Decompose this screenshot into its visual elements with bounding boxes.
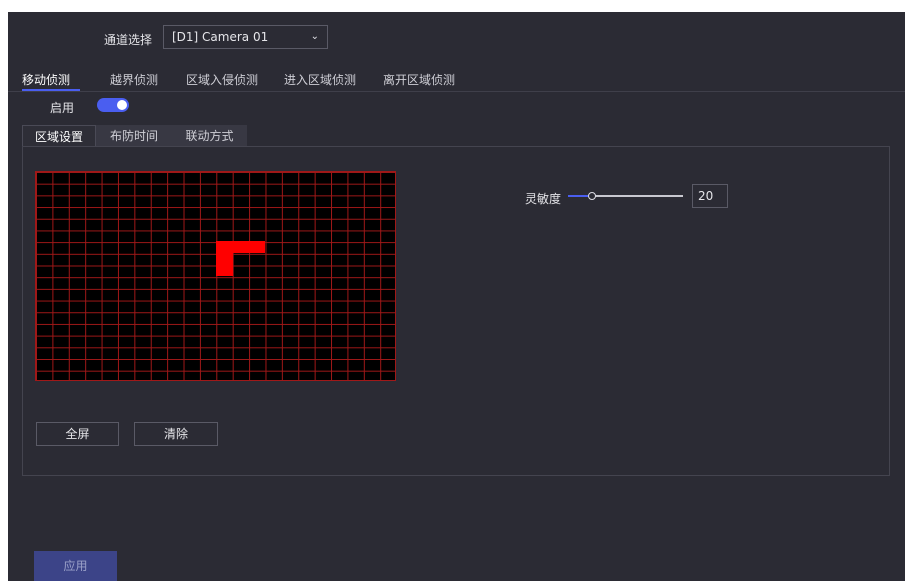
apply-button[interactable]: 应用 [34,551,117,581]
sensitivity-slider[interactable] [568,195,683,197]
channel-select-label: 通道选择 [104,33,153,47]
tab-intrusion[interactable]: 区域入侵侦测 [186,71,258,88]
fullscreen-button[interactable]: 全屏 [36,422,119,446]
subtab-area-settings[interactable]: 区域设置 [22,125,96,147]
sensitivity-label: 灵敏度 [525,192,562,206]
tab-region-entrance[interactable]: 进入区域侦测 [284,71,356,88]
channel-select[interactable]: [D1] Camera 01 ⌄ [163,25,328,49]
subtab-arming-schedule[interactable]: 布防时间 [96,125,172,147]
active-tab-indicator [22,89,80,91]
channel-select-value: [D1] Camera 01 [172,30,269,44]
subtab-linkage-method[interactable]: 联动方式 [172,125,247,147]
motion-detection-panel: 通道选择 [D1] Camera 01 ⌄ 移动侦测 越界侦测 区域入侵侦测 进… [8,12,905,581]
tab-region-exit[interactable]: 离开区域侦测 [383,71,455,88]
tab-line-crossing[interactable]: 越界侦测 [110,71,158,88]
detection-area-cell [216,241,233,276]
enable-label: 启用 [50,101,75,115]
enable-toggle[interactable] [97,98,129,112]
toggle-knob [117,100,127,110]
slider-handle[interactable] [588,192,596,200]
detection-tabs: 移动侦测 越界侦测 区域入侵侦测 进入区域侦测 离开区域侦测 [8,67,905,92]
clear-button[interactable]: 清除 [134,422,218,446]
motion-detection-grid[interactable] [35,171,396,381]
tab-motion-detection[interactable]: 移动侦测 [22,71,70,88]
chevron-down-icon: ⌄ [310,31,319,42]
sensitivity-input[interactable]: 20 [692,184,728,208]
